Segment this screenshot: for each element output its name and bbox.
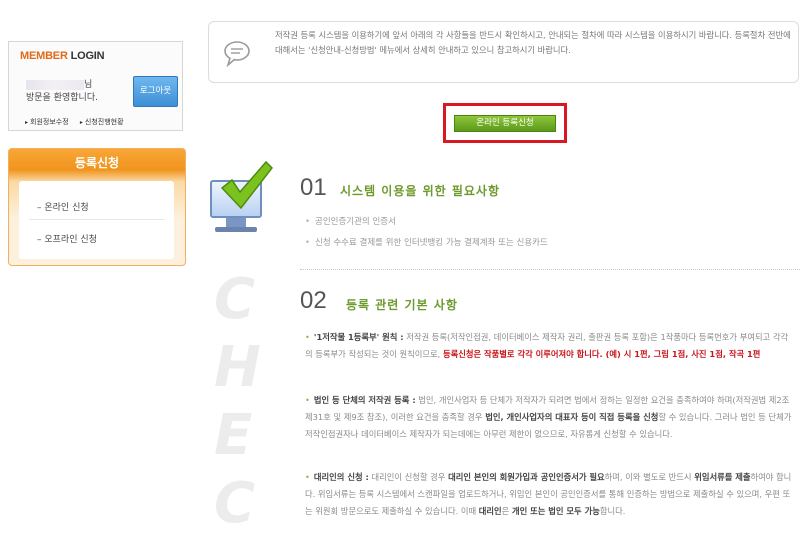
notice-text: 저작권 등록 시스템을 이용하기에 앞서 아래의 각 사항들을 반드시 확인하시… [275,30,791,55]
login-title: MEMBER LOGIN [20,50,105,62]
edit-member-info-link[interactable]: ▸ 회원정보수정 [25,118,69,126]
arrow-icon: ▸ [79,119,83,126]
page: MEMBER LOGIN 님 방문을 환영합니다. 로그아웃 ▸ 회원정보수정 ▸… [0,0,800,541]
rule-corporate-registration: • 법인 등 단체의 저작권 등록 : 법인, 개인사업자 등 단체가 저작자가 … [305,395,792,439]
menu-item-online[interactable]: – 온라인 신청 [37,200,89,213]
menu-divider [29,219,164,220]
section2-title: 등록 관련 기본 사항 [346,298,458,312]
rule-one-work-one-register: • '1저작물 1등록부' 원칙 : 저작권 등록(저작인접권, 데이터베이스 제… [305,332,789,359]
section2-number: 02 [300,287,327,314]
check-watermark: CHEC [214,267,261,536]
registration-menu-list: – 온라인 신청 – 오프라인 신청 [19,181,174,259]
speech-bubble-icon [224,41,250,67]
online-registration-button[interactable]: 온라인 등록신청 [454,115,556,132]
member-login-box: MEMBER LOGIN 님 방문을 환영합니다. 로그아웃 ▸ 회원정보수정 ▸… [8,41,183,131]
menu-item-offline[interactable]: – 오프라인 신청 [37,232,97,245]
monitor-base [215,227,257,232]
section-divider [300,269,800,270]
application-status-link[interactable]: ▸ 신청진행현황 [80,118,124,126]
requirement-item: • 공인인증기관의 인증서 [305,217,396,227]
login-links: ▸ 회원정보수정 ▸ 신청진행현황 [25,117,133,127]
notice-box: 저작권 등록 시스템을 이용하기에 앞서 아래의 각 사항들을 반드시 확인하시… [208,21,799,83]
requirement-item: • 신청 수수료 결제를 위한 인터넷뱅킹 가능 결제계좌 또는 신용카드 [305,238,548,248]
arrow-icon: ▸ [25,119,29,126]
registration-menu: 등록신청 – 온라인 신청 – 오프라인 신청 [8,148,186,266]
welcome-message: 님 방문을 환영합니다. [26,79,98,103]
checkmark-icon [220,160,273,210]
section1-title: 시스템 이용을 위한 필요사항 [340,184,501,198]
user-name-redacted [26,79,84,90]
rule-agent-application: • 대리인의 신청 : 대리인이 신청할 경우 대리인 본인의 회원가입과 공인인… [305,472,792,516]
logout-button[interactable]: 로그아웃 [133,76,178,107]
registration-menu-title: 등록신청 [74,156,120,170]
section1-number: 01 [300,174,327,201]
highlight-frame: 온라인 등록신청 [443,103,567,143]
